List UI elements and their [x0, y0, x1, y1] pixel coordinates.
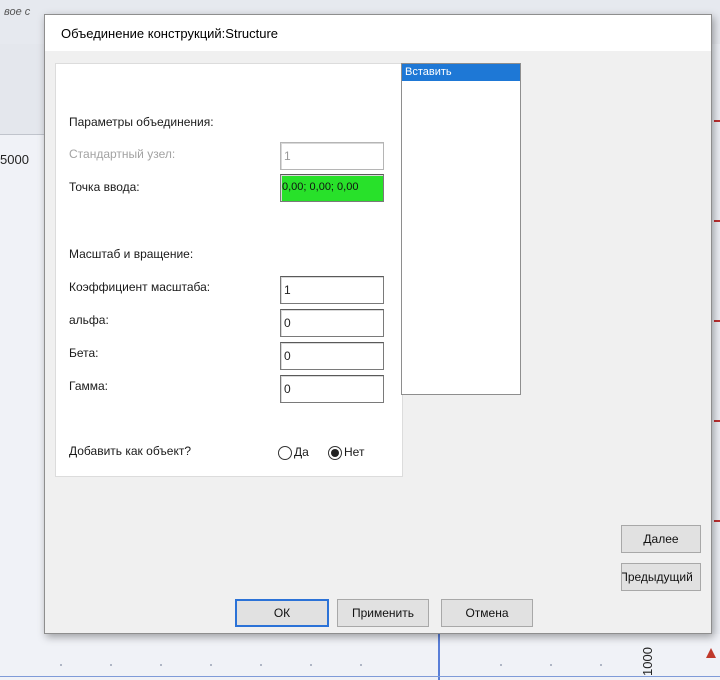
grid-dot [360, 664, 362, 666]
standard-node-label: Стандартный узел: [69, 147, 176, 161]
grid-dot [260, 664, 262, 666]
background-red-tick [714, 520, 720, 522]
grid-dot [500, 664, 502, 666]
background-toolbar-text: вое с [4, 6, 31, 18]
next-button[interactable]: Далее [621, 525, 701, 553]
background-red-tick [714, 220, 720, 222]
grid-dot [310, 664, 312, 666]
radio-yes[interactable] [278, 446, 292, 460]
dialog-titlebar[interactable]: Объединение конструкций:Structure [45, 15, 711, 51]
list-item-insert[interactable]: Вставить [402, 64, 520, 81]
insert-point-field[interactable]: 0,00; 0,00; 0,00 [280, 174, 384, 202]
gamma-label: Гамма: [69, 379, 109, 393]
scale-rotation-heading: Масштаб и вращение: [69, 247, 194, 261]
dialog-title: Объединение конструкций:Structure [61, 26, 279, 41]
alpha-field[interactable]: 0 [280, 309, 384, 337]
apply-button[interactable]: Применить [337, 599, 429, 627]
alpha-label: альфа: [69, 313, 109, 327]
merge-structures-dialog: Объединение конструкций:Structure Параме… [44, 14, 712, 634]
radio-no-label: Нет [344, 445, 365, 459]
grid-dot [160, 664, 162, 666]
ok-button[interactable]: ОК [235, 599, 329, 627]
background-red-tick [714, 120, 720, 122]
background-axis-line [438, 630, 440, 680]
beta-label: Бета: [69, 346, 99, 360]
grid-dot [550, 664, 552, 666]
radio-yes-label: Да [294, 445, 309, 459]
background-scale-left: 5000 [0, 152, 29, 167]
standard-node-field[interactable]: 1 [280, 142, 384, 170]
actions-listbox[interactable]: Вставить [401, 63, 521, 395]
merge-parameters-heading: Параметры объединения: [69, 115, 214, 129]
add-as-object-label: Добавить как объект? [69, 444, 192, 458]
red-marker-icon [706, 648, 716, 658]
gamma-field[interactable]: 0 [280, 375, 384, 403]
scale-factor-label: Коэффициент масштаба: [69, 280, 211, 294]
cancel-button[interactable]: Отмена [441, 599, 533, 627]
background-red-tick [714, 320, 720, 322]
radio-selected-dot [331, 449, 339, 457]
grid-dot [60, 664, 62, 666]
background-axis-line-horizontal [0, 676, 720, 677]
parameters-panel: Параметры объединения: Стандартный узел:… [55, 63, 403, 477]
grid-dot [600, 664, 602, 666]
grid-dot [210, 664, 212, 666]
beta-field[interactable]: 0 [280, 342, 384, 370]
previous-button[interactable]: Предыдущий [621, 563, 701, 591]
background-scale-right: 1000 [640, 647, 655, 676]
radio-no[interactable] [328, 446, 342, 460]
grid-dot [110, 664, 112, 666]
insert-point-label: Точка ввода: [69, 180, 140, 194]
background-tool-strip [0, 44, 44, 135]
scale-factor-field[interactable]: 1 [280, 276, 384, 304]
background-red-tick [714, 420, 720, 422]
